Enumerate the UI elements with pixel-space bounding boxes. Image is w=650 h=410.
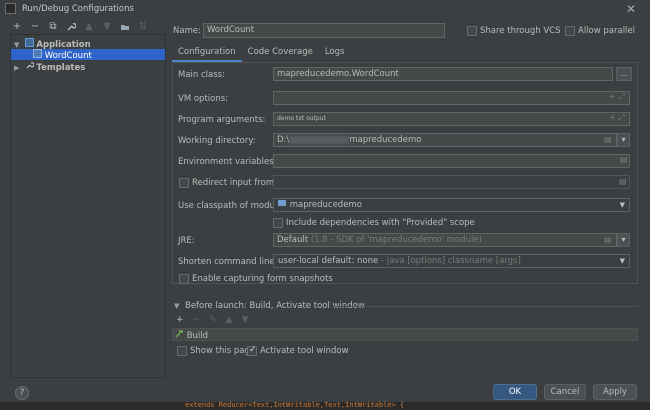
module-icon: [278, 200, 287, 210]
config-tree-panel: [10, 34, 166, 378]
folder-icon[interactable]: [120, 22, 130, 32]
chevron-right-icon[interactable]: ▶: [14, 63, 22, 74]
add-icon[interactable]: +: [12, 22, 22, 32]
chevron-down-icon[interactable]: ▾: [617, 133, 630, 147]
environment-variables-input[interactable]: [273, 154, 630, 168]
tree-item-application[interactable]: ▼ Application: [14, 38, 91, 50]
copy-icon[interactable]: ⧉: [48, 22, 58, 32]
tab-code-coverage[interactable]: Code Coverage: [242, 44, 319, 62]
redacted-path: [289, 135, 350, 144]
expand-icon[interactable]: + ⤢: [609, 92, 625, 102]
sort-icon[interactable]: ⇅: [138, 22, 148, 32]
chevron-down-icon: ▼: [619, 257, 625, 265]
working-directory-input[interactable]: D:\ mapreducedemo: [273, 133, 617, 147]
browse-main-class-button[interactable]: …: [616, 67, 632, 81]
config-toolbar: + − ⧉ ▲ ▼ ⇅: [12, 22, 148, 34]
wrench-icon[interactable]: [66, 22, 77, 32]
main-class-label: Main class:: [178, 70, 225, 80]
classpath-module-select[interactable]: mapreducedemo ▼: [273, 198, 630, 212]
show-this-page-label: Show this page: [190, 346, 256, 356]
ok-button[interactable]: OK: [493, 384, 537, 400]
chevron-down-icon: ▼: [619, 201, 625, 209]
working-directory-label: Working directory:: [178, 136, 256, 146]
redirect-input-field[interactable]: [273, 175, 630, 189]
edit-icon[interactable]: ✎: [209, 315, 217, 325]
edit-list-icon[interactable]: ▤: [620, 155, 628, 164]
jre-input[interactable]: Default (1.8 - SDK of 'mapreducedemo' mo…: [273, 233, 617, 247]
include-dependencies-checkbox[interactable]: [273, 218, 283, 228]
config-tabs: Configuration Code Coverage Logs: [172, 44, 350, 62]
move-up-icon[interactable]: ▲: [84, 22, 94, 32]
redirect-input-checkbox[interactable]: [179, 178, 189, 188]
jre-detail: (1.8 - SDK of 'mapreducedemo' module): [310, 235, 482, 245]
allow-parallel-checkbox[interactable]: [565, 26, 575, 36]
activate-tool-window-checkbox[interactable]: [247, 345, 257, 356]
move-down-icon[interactable]: ▼: [242, 315, 249, 325]
before-launch-build-item[interactable]: Build: [175, 329, 209, 341]
environment-variables-label: Environment variables:: [178, 157, 277, 167]
folder-icon[interactable]: ▤: [604, 235, 612, 244]
wrench-icon: [25, 62, 35, 73]
chevron-down-icon[interactable]: ▾: [617, 233, 630, 247]
help-button[interactable]: ?: [15, 386, 29, 400]
build-label: Build: [186, 331, 209, 341]
activate-tool-window-label: Activate tool window: [260, 346, 349, 356]
jre-default: Default: [277, 235, 309, 245]
shorten-detail: - java [options] classname [args]: [380, 256, 521, 266]
include-dependencies-label: Include dependencies with "Provided" sco…: [286, 218, 475, 228]
redirect-input-label: Redirect input from:: [192, 178, 277, 188]
main-class-input[interactable]: mapreducedemo.WordCount: [273, 67, 613, 81]
move-up-icon[interactable]: ▲: [226, 315, 233, 325]
close-icon[interactable]: ✕: [624, 2, 638, 16]
program-arguments-input[interactable]: demo txt output: [273, 112, 630, 126]
tree-item-label: Templates: [36, 63, 86, 73]
vm-options-label: VM options:: [178, 94, 229, 104]
share-vcs-checkbox[interactable]: [467, 26, 477, 36]
window-title: Run/Debug Configurations: [22, 4, 134, 14]
folder-icon[interactable]: ▤: [604, 135, 612, 144]
show-this-page-checkbox[interactable]: [177, 346, 187, 356]
shorten-command-line-select[interactable]: user-local default: none - java [options…: [273, 254, 630, 268]
classpath-module-label: Use classpath of module:: [178, 201, 286, 211]
tree-item-label: WordCount: [44, 51, 92, 61]
add-icon[interactable]: +: [176, 315, 184, 325]
classpath-module-value: mapreducedemo: [289, 200, 362, 210]
chevron-down-icon[interactable]: ▼: [174, 302, 182, 310]
folder-icon[interactable]: ▤: [619, 177, 627, 186]
tab-logs[interactable]: Logs: [319, 44, 351, 62]
editor-code-line: extends Reducer<Text,IntWritable,Text,In…: [185, 401, 405, 409]
expand-icon[interactable]: + ⤢: [609, 113, 625, 123]
jre-label: JRE:: [178, 236, 195, 246]
section-divider: [333, 306, 638, 307]
editor-background-peek: extends Reducer<Text,IntWritable,Text,In…: [0, 401, 650, 410]
working-directory-suffix: mapreducedemo: [349, 135, 422, 145]
run-config-icon: [33, 49, 42, 61]
before-launch-list: [172, 328, 638, 341]
apply-button[interactable]: Apply: [593, 384, 637, 400]
name-input[interactable]: WordCount: [203, 23, 445, 38]
name-label: Name:: [173, 26, 201, 36]
intellij-app-icon: [5, 3, 16, 14]
program-arguments-label: Program arguments:: [178, 115, 266, 125]
remove-icon[interactable]: −: [30, 22, 40, 32]
allow-parallel-label: Allow parallel run: [578, 26, 638, 36]
capture-snapshots-checkbox[interactable]: [179, 274, 189, 284]
move-down-icon[interactable]: ▼: [102, 22, 112, 32]
capture-snapshots-label: Enable capturing form snapshots: [192, 274, 333, 284]
share-vcs-label: Share through VCS: [480, 26, 561, 36]
remove-icon[interactable]: −: [193, 315, 201, 325]
title-bar: Run/Debug Configurations ✕: [0, 0, 650, 18]
hammer-icon: [175, 330, 184, 341]
before-launch-toolbar: + − ✎ ▲ ▼: [176, 315, 248, 325]
tree-item-templates[interactable]: ▶ Templates: [14, 61, 86, 74]
tree-item-wordcount[interactable]: WordCount: [11, 49, 165, 61]
shorten-command-line-label: Shorten command line:: [178, 257, 278, 267]
vm-options-input[interactable]: [273, 91, 630, 105]
cancel-button[interactable]: Cancel: [544, 384, 586, 400]
shorten-value: user-local default: none: [278, 256, 379, 266]
working-directory-prefix: D:\: [277, 135, 290, 145]
tab-configuration[interactable]: Configuration: [172, 44, 242, 62]
